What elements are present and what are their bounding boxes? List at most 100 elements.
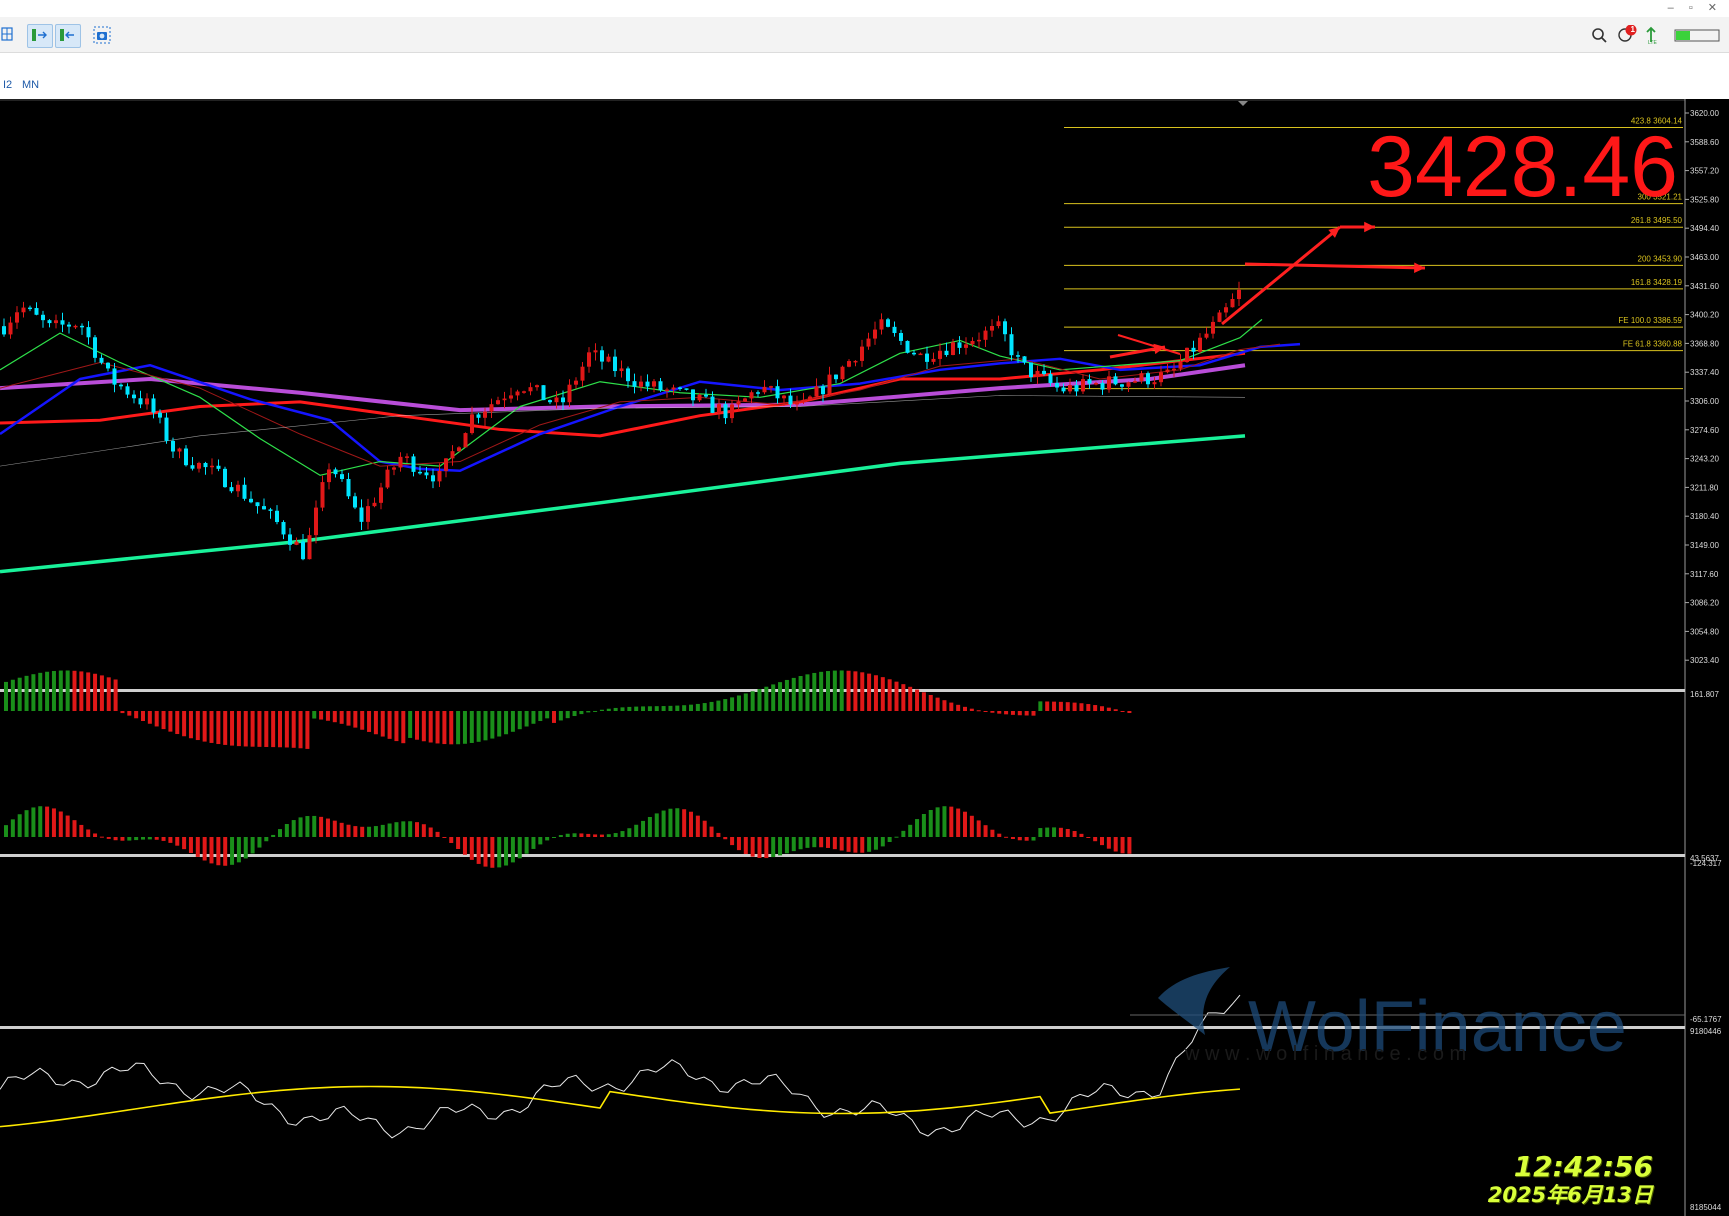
macd-bar [141,711,145,721]
toolbar: LTE 1 [0,17,1729,53]
osma-bar [490,837,495,868]
macd-bar [1106,707,1111,711]
search-icon[interactable] [1592,28,1607,43]
osma-bar [689,811,693,837]
timeframe-mn[interactable]: MN [22,79,39,91]
restore-button[interactable]: ▫ [1689,2,1699,14]
osma-bar [17,814,22,837]
osma-bar [764,837,769,859]
osma_panel-top_label: 43.5637 [1690,854,1719,863]
candle-body [951,342,955,356]
axis-label: 3180.40 [1690,512,1719,521]
candle-body [736,401,741,405]
chart-area[interactable]: 423.8 3604.14300 3521.21261.8 3495.50200… [0,99,1729,1216]
candle-body [86,327,91,338]
macd-bar [195,711,200,741]
osma-bar [654,813,659,837]
candle-body [60,320,65,325]
candle-body [756,392,760,394]
macd-bar [182,711,187,737]
osma-bar [736,837,741,851]
candle-body [457,447,461,452]
candle-body [717,404,721,413]
osma-bar [401,821,406,837]
candle-body [307,535,312,560]
osma-bar [79,824,84,837]
candle-body [216,465,221,469]
candle-body [606,356,611,362]
tile-horizontal-icon[interactable] [27,24,53,48]
screenshot-icon[interactable] [92,25,112,45]
osma-bar [93,833,98,837]
macd-bar [394,711,399,742]
candle-body [769,386,773,388]
fib-label: FE 61.8 3360.88 [1623,340,1683,349]
window-controls[interactable]: – ▫ ✕ [1668,1,1723,14]
osma-bar [168,837,173,843]
osma-bar [216,837,221,866]
macd-bar [79,671,84,711]
osma-bar [1052,827,1057,837]
osma-bar [552,837,556,838]
osma-bar [545,837,550,841]
timeframe-i2[interactable]: I2 [3,79,12,91]
osma-bar [1031,837,1036,841]
candle-body [632,381,637,387]
candle-body [73,325,78,328]
candle-body [1120,384,1124,387]
osma-bar [462,837,467,855]
macd-bar [250,711,255,747]
osma-bar [791,837,796,852]
candle-body [593,350,598,353]
macd-bar [284,711,289,748]
osma-bar [682,809,687,837]
candle-body [359,507,364,522]
osma-bar [826,837,830,848]
osma-bar [1010,837,1015,840]
osma-bar [641,820,646,837]
osma-bar [298,817,303,837]
osma-bar [497,837,502,868]
osma-bar [38,806,43,837]
candle-body [652,381,656,387]
fib-label: 161.8 3428.19 [1631,278,1683,287]
candle-body [255,502,260,507]
osma-bar [956,808,961,837]
macd-bar [545,711,550,719]
candle-body [548,400,552,403]
candle-body [561,397,565,403]
osma-bar [805,837,810,848]
macd-bar [997,711,1002,714]
osma-bar [702,820,707,837]
minimize-button[interactable]: – [1668,2,1680,14]
osma-bar [668,808,673,837]
axis-label: 3494.40 [1690,224,1719,233]
candle-body [2,326,6,335]
macd-bar [1010,711,1015,715]
macd-bar [661,706,666,711]
title-bar: – ▫ ✕ [0,0,1729,17]
candle-body [964,344,968,348]
macd-bar [510,711,515,732]
candle-body [671,387,676,390]
candle-body [730,404,734,419]
candle-body [411,456,416,472]
osma-bar [1024,837,1029,841]
candle-body [1198,337,1202,352]
candle-body [814,386,819,397]
macd-bar [17,677,22,711]
candle-body [1055,383,1059,388]
candle-body [444,458,448,471]
macd-bar [963,706,967,711]
osma-bar [908,824,913,837]
tile-vertical-icon[interactable] [55,24,81,48]
macd-bar [860,672,865,711]
macd-bar [1127,711,1132,714]
osma-bar [230,837,235,865]
osma-bar [634,824,639,837]
close-button[interactable]: ✕ [1708,2,1723,14]
candle-body [1191,347,1196,352]
macd-bar [1038,701,1043,711]
candle-body [990,326,994,331]
grid-icon[interactable] [1,25,13,43]
